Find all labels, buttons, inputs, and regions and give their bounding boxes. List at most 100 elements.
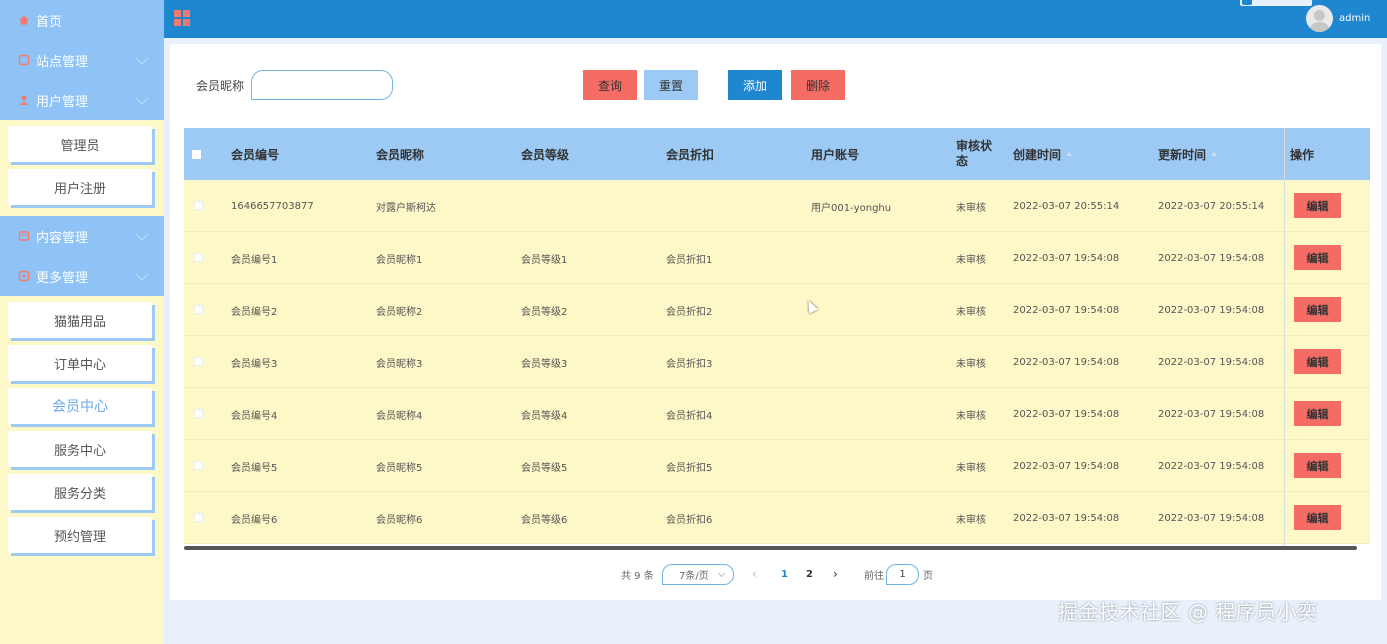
table-cell-created: 2022-03-07 19:54:08 [1013,408,1120,420]
table-cell-status: 未审核 [956,306,986,318]
chevron-down-icon [136,93,148,105]
row-checkbox[interactable] [194,305,203,314]
row-checkbox[interactable] [194,513,203,522]
table-row: 会员编号3 会员昵称3 会员等级3 会员折扣3 未审核 2022-03-07 19:54:… [184,336,1370,388]
table-cell-updated: 2022-03-07 19:54:08 [1158,252,1265,264]
table-cell-updated: 2022-03-07 19:54:08 [1158,512,1265,524]
edit-button[interactable]: 编辑 [1294,193,1341,218]
table-cell-nickname: 会员昵称5 [376,462,423,474]
table-cell-status: 未审核 [956,462,986,474]
sort-icon[interactable] [1211,152,1218,156]
edit-button[interactable]: 编辑 [1294,245,1341,270]
horizontal-scrollbar[interactable] [184,546,1357,550]
goto-suffix: 页 [923,570,933,582]
row-checkbox[interactable] [194,409,203,418]
sidebar-item-order-center[interactable]: 订单中心 [8,345,152,381]
page-number[interactable]: 2 [806,564,813,584]
prev-page-button[interactable]: ‹ [752,564,757,584]
sidebar-item-member-center[interactable]: 会员中心 [8,388,152,424]
edit-button[interactable]: 编辑 [1294,505,1341,530]
nav-content-management[interactable]: 内容管理 [0,216,164,256]
row-checkbox[interactable] [194,253,203,262]
row-checkbox[interactable] [194,201,203,210]
nav-site-management[interactable]: 站点管理 [0,40,164,80]
table-cell-created: 2022-03-07 19:54:08 [1013,460,1120,472]
user-management-submenu: 管理员 用户注册 [0,120,164,216]
table-cell-discount: 会员折扣3 [666,358,713,370]
table-cell-created: 2022-03-07 19:54:08 [1013,252,1120,264]
nav-content-management-label: 内容管理 [36,230,89,246]
column-header: 审核状态 [956,139,993,168]
column-header[interactable]: 更新时间 [1158,128,1218,180]
page-size-select[interactable]: 7条/页 [662,564,734,585]
table-cell-discount: 会员折扣2 [666,306,713,318]
table-cell-level: 会员等级1 [521,254,568,266]
user-icon [18,94,30,106]
nav-home[interactable]: 首页 [0,0,164,40]
table-cell-id: 会员编号6 [231,514,278,526]
delete-button[interactable]: 删除 [791,70,845,100]
avatar[interactable] [1306,5,1333,32]
table-header: 会员编号 会员昵称 会员等级 会员折扣 用户账号 审核状态 创建时间 更新时间 … [184,128,1370,180]
table-row: 会员编号2 会员昵称2 会员等级2 会员折扣2 未审核 2022-03-07 19:54:… [184,284,1370,336]
edit-button[interactable]: 编辑 [1294,453,1341,478]
sidebar-item-cat-supplies[interactable]: 猫猫用品 [8,302,152,338]
table-cell-status: 未审核 [956,514,986,526]
username[interactable]: admin [1339,13,1370,24]
table-cell-nickname: 对露户斯柯达 [376,202,436,214]
table-cell-level: 会员等级5 [521,462,568,474]
table-cell-created: 2022-03-07 20:55:14 [1013,200,1120,212]
site-icon [18,54,30,66]
table-cell-account: 用户001-yonghu [811,202,892,214]
edit-button[interactable]: 编辑 [1294,401,1341,426]
table-cell-discount: 会员折扣4 [666,410,713,422]
sidebar-item-user-register[interactable]: 用户注册 [8,169,152,205]
nav-home-label: 首页 [36,14,63,30]
page-number[interactable]: 1 [781,564,788,584]
row-checkbox[interactable] [194,357,203,366]
menu-grid-icon[interactable] [174,10,190,26]
table-cell-nickname: 会员昵称6 [376,514,423,526]
next-page-button[interactable]: › [833,564,838,584]
query-button[interactable]: 查询 [583,70,637,100]
sidebar-item-service-center[interactable]: 服务中心 [8,431,152,467]
add-button[interactable]: 添加 [728,70,782,100]
main-panel: 会员昵称 查询 重置 添加 删除 会员编号 会员昵称 会员等级 会员折扣 用户账… [170,44,1381,600]
table-cell-status: 未审核 [956,202,986,214]
home-icon [18,14,30,26]
table-cell-id: 会员编号3 [231,358,278,370]
nav-more-management-label: 更多管理 [36,270,89,286]
sidebar-item-admin[interactable]: 管理员 [8,126,152,162]
goto-page-input[interactable]: 1 [886,564,919,585]
column-header: 操作 [1290,147,1315,162]
table-cell-nickname: 会员昵称1 [376,254,423,266]
reset-button[interactable]: 重置 [644,70,698,100]
nav-user-management[interactable]: 用户管理 [0,80,164,120]
row-checkbox[interactable] [194,461,203,470]
table-row: 会员编号4 会员昵称4 会员等级4 会员折扣4 未审核 2022-03-07 19:54:… [184,388,1370,440]
nav-more-management[interactable]: 更多管理 [0,256,164,296]
table-cell-discount: 会员折扣1 [666,254,713,266]
table-row: 会员编号6 会员昵称6 会员等级6 会员折扣6 未审核 2022-03-07 19:54:… [184,492,1370,544]
table-cell-id: 1646657703877 [231,200,314,212]
sidebar-item-service-category[interactable]: 服务分类 [8,474,152,510]
edit-button[interactable]: 编辑 [1294,349,1341,374]
column-header: 会员编号 [231,147,280,162]
column-divider [1284,128,1285,550]
table-cell-created: 2022-03-07 19:54:08 [1013,512,1120,524]
sidebar-item-appointment[interactable]: 预约管理 [8,517,152,553]
chevron-down-icon [136,269,148,281]
sidebar: 首页 站点管理 用户管理 管理员 用户注册 内容管理 更多管理 猫猫用品 订单中… [0,0,164,644]
more-management-submenu: 猫猫用品 订单中心 会员中心 服务中心 服务分类 预约管理 [0,296,164,564]
sort-icon[interactable] [1066,152,1073,156]
edit-button[interactable]: 编辑 [1294,297,1341,322]
table-cell-nickname: 会员昵称2 [376,306,423,318]
select-all-checkbox[interactable] [192,150,201,159]
column-header[interactable]: 创建时间 [1013,128,1073,180]
nickname-search-input[interactable] [251,70,393,100]
table-cell-level: 会员等级2 [521,306,568,318]
content-icon [18,230,30,242]
badge-icon [1242,0,1252,5]
table-row: 1646657703877 对露户斯柯达 用户001-yonghu 未审核 2022-0… [184,180,1370,232]
table-cell-updated: 2022-03-07 19:54:08 [1158,460,1265,472]
